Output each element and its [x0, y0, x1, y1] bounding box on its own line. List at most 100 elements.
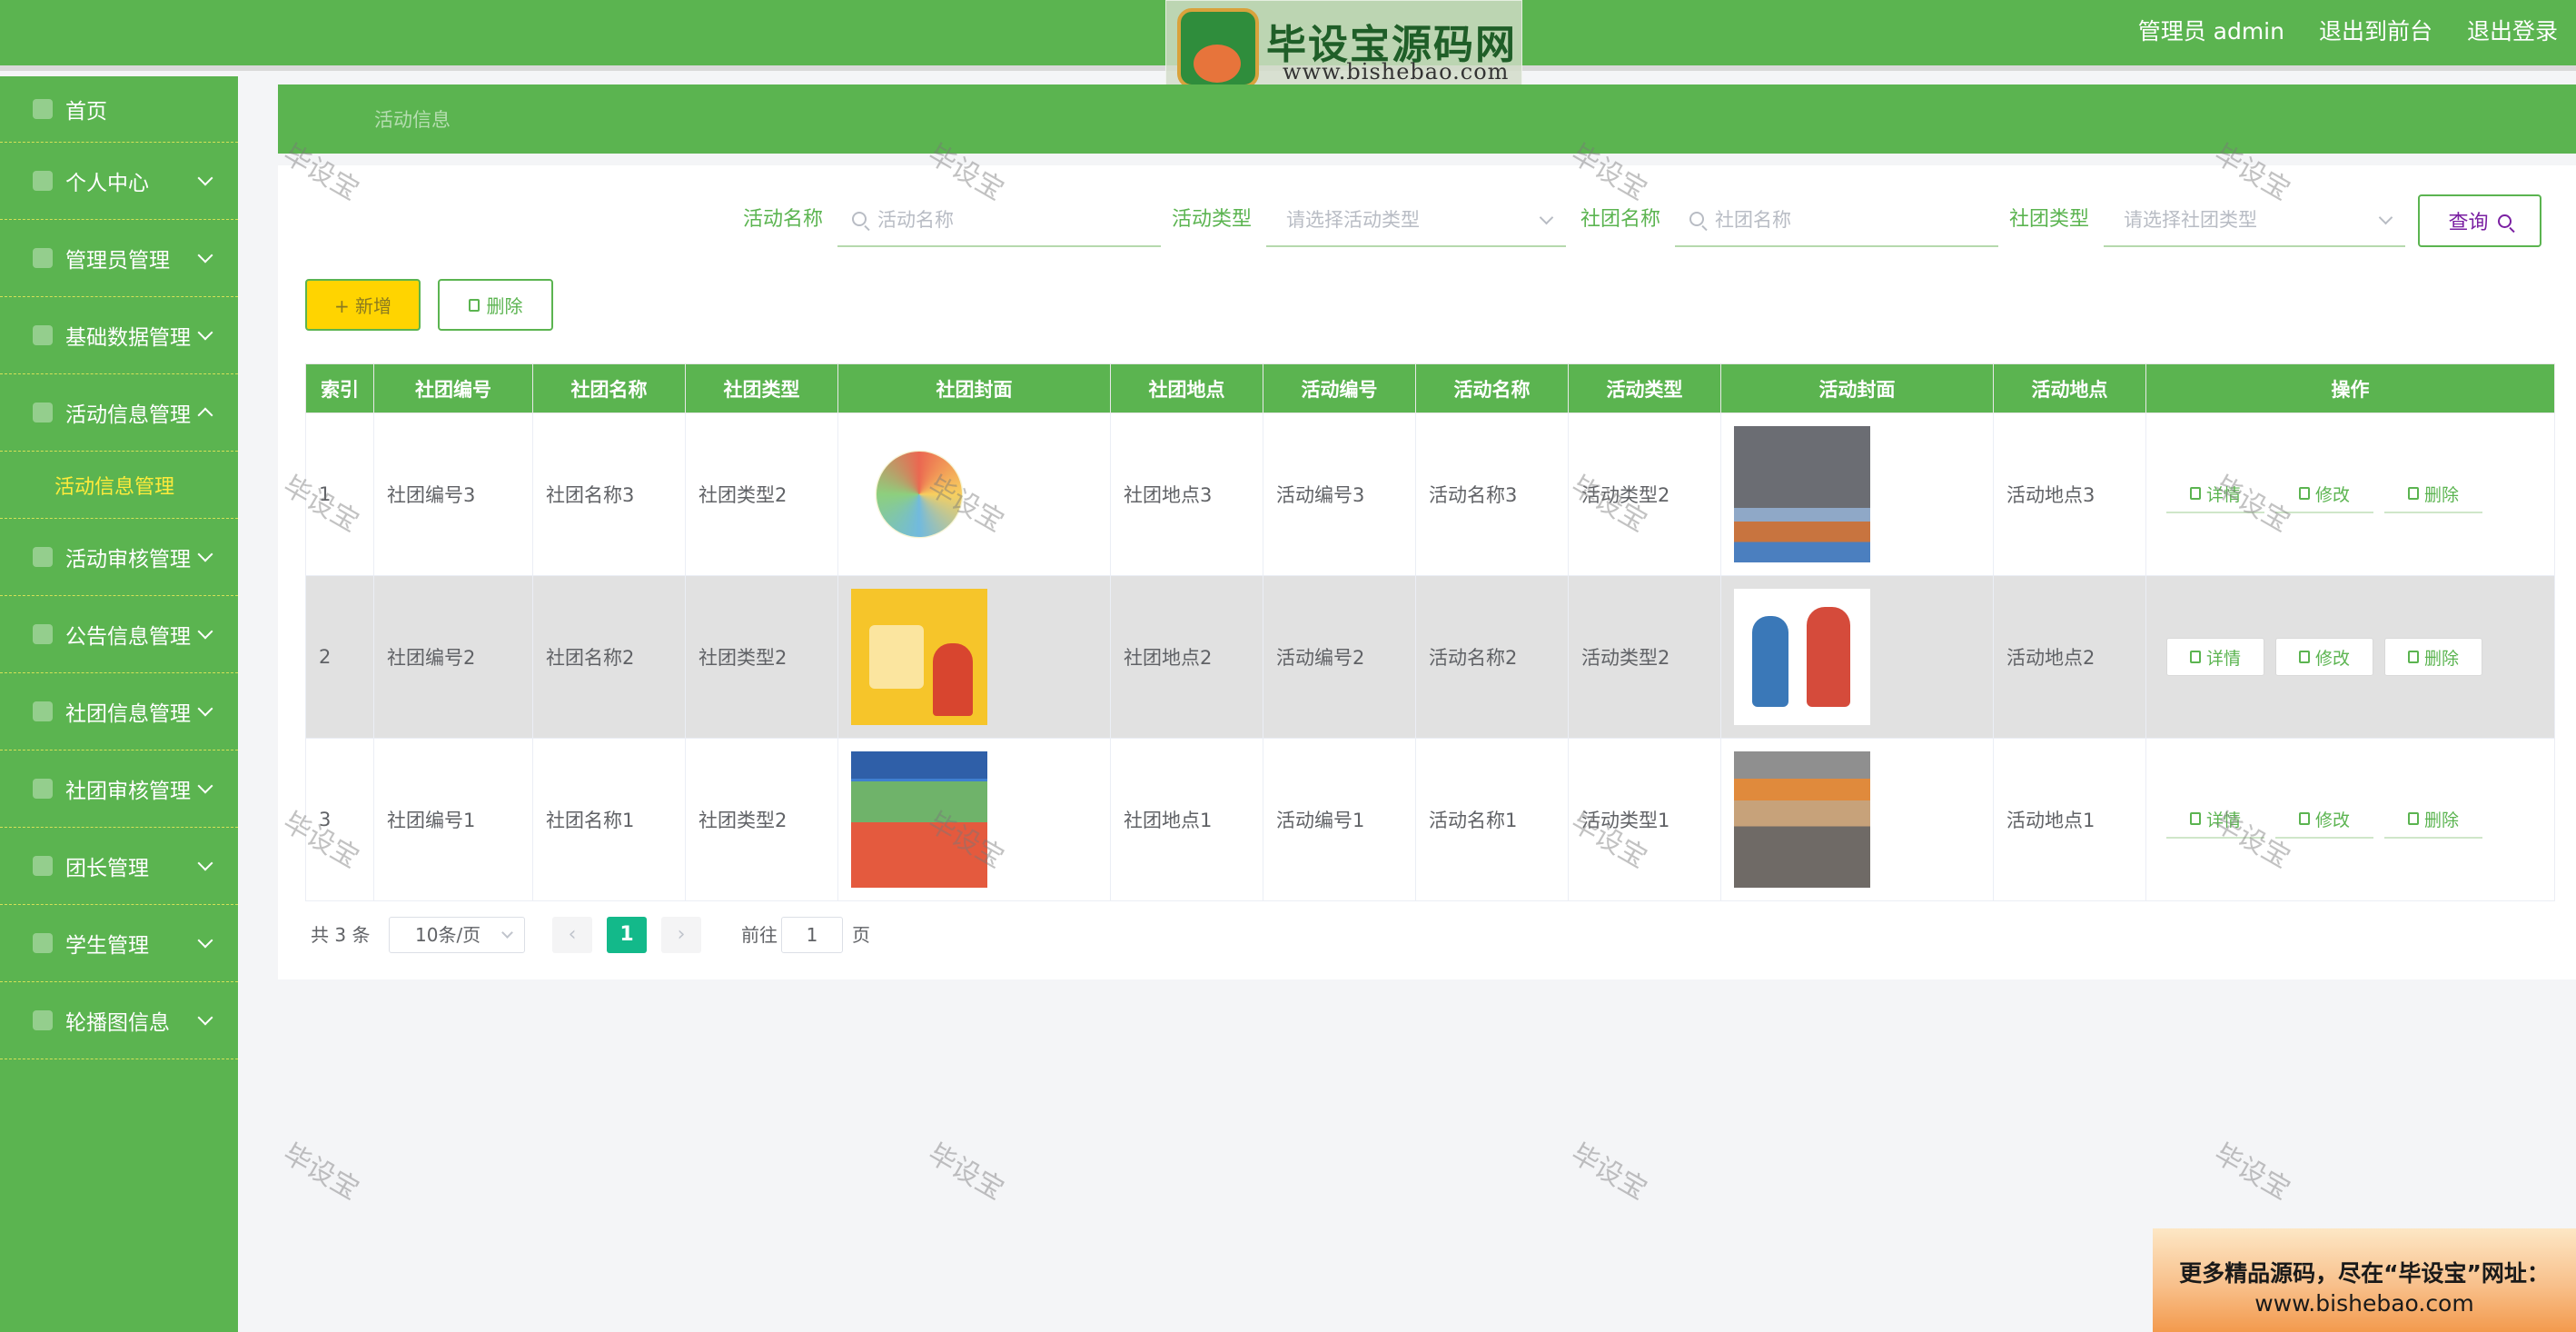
document-icon — [2189, 487, 2201, 500]
sidebar-item-admin-management[interactable]: 管理员管理 — [0, 220, 238, 297]
cell-club-name: 社团名称2 — [532, 575, 686, 739]
row-actions: 详情 修改 删除 — [2159, 475, 2554, 513]
cell-actions: 详情 修改 删除 — [2145, 575, 2555, 739]
chevron-down-icon — [197, 701, 213, 717]
edit-label: 修改 — [2314, 810, 2350, 830]
sidebar-item-label: 管理员管理 — [65, 249, 170, 273]
sidebar-item-activity-audit[interactable]: 活动审核管理 — [0, 519, 238, 596]
pagination-total: 共 3 条 — [311, 924, 371, 946]
row-actions: 详情 修改 删除 — [2159, 800, 2554, 839]
table-row: 1 社团编号3 社团名称3 社团类型2 社团地点3 活动编号3 活动名称3 活动… — [305, 413, 2555, 576]
sidebar-item-label: 轮播图信息 — [65, 1011, 170, 1035]
activity-table: 索引 社团编号 社团名称 社团类型 社团封面 社团地点 活动编号 活动名称 活动… — [305, 363, 2555, 901]
table-row: 2 社团编号2 社团名称2 社团类型2 社团地点2 活动编号2 活动名称2 活动… — [305, 575, 2555, 739]
chevron-down-icon — [197, 170, 213, 186]
batch-delete-label: 删除 — [486, 295, 523, 317]
submenu-item-activity-info[interactable]: 活动信息管理 — [0, 452, 238, 519]
activity-cover-image — [1734, 426, 1870, 562]
table-header-row: 索引 社团编号 社团名称 社团类型 社团封面 社团地点 活动编号 活动名称 活动… — [305, 363, 2555, 413]
leader-icon — [33, 856, 53, 876]
query-button[interactable]: 查询 — [2418, 194, 2541, 247]
search-icon — [852, 212, 867, 226]
sidebar-item-club-audit[interactable]: 社团审核管理 — [0, 750, 238, 828]
edit-button[interactable]: 修改 — [2275, 638, 2373, 676]
activity-cover-image — [1734, 751, 1870, 888]
cell-club-name: 社团名称1 — [532, 738, 686, 901]
exit-to-front-link[interactable]: 退出到前台 — [2319, 14, 2432, 46]
sidebar-item-leader[interactable]: 团长管理 — [0, 828, 238, 905]
audit-icon — [33, 547, 53, 567]
club-cover-image — [851, 426, 987, 562]
document-icon — [2189, 812, 2201, 825]
sidebar-item-personal-center[interactable]: 个人中心 — [0, 143, 238, 220]
sidebar-item-club-info[interactable]: 社团信息管理 — [0, 673, 238, 750]
cell-club-name: 社团名称3 — [532, 413, 686, 576]
user-icon — [33, 171, 53, 191]
sidebar-item-activity-info[interactable]: 活动信息管理 — [0, 374, 238, 452]
column-header: 活动地点 — [1993, 363, 2146, 413]
ad-banner[interactable]: 更多精品源码，尽在“毕设宝”网址： www.bishebao.com — [2153, 1228, 2576, 1332]
cell-index: 3 — [305, 738, 374, 901]
cell-act-type: 活动类型2 — [1568, 413, 1721, 576]
delete-button[interactable]: 删除 — [2384, 475, 2482, 513]
cell-actions: 详情 修改 删除 — [2145, 413, 2555, 576]
cell-act-type: 活动类型1 — [1568, 738, 1721, 901]
delete-button[interactable]: 删除 — [2384, 800, 2482, 839]
edit-label: 修改 — [2314, 648, 2350, 669]
activity-icon — [33, 403, 53, 422]
sidebar-item-home[interactable]: 首页 — [0, 76, 238, 143]
sidebar-item-student[interactable]: 学生管理 — [0, 905, 238, 982]
sidebar-item-carousel[interactable]: 轮播图信息 — [0, 982, 238, 1059]
column-header: 活动类型 — [1568, 363, 1721, 413]
breadcrumb-label: 活动信息 — [374, 109, 451, 131]
detail-button[interactable]: 详情 — [2166, 475, 2264, 513]
sidebar-item-label: 个人中心 — [65, 172, 149, 195]
detail-button[interactable]: 详情 — [2166, 638, 2264, 676]
home-icon — [33, 99, 53, 119]
detail-button[interactable]: 详情 — [2166, 800, 2264, 839]
user-area: 管理员 admin 退出到前台 退出登录 — [2138, 0, 2558, 60]
activity-name-input[interactable]: 活动名称 — [837, 193, 1161, 247]
cell-club-place: 社团地点3 — [1110, 413, 1263, 576]
sidebar-item-label: 首页 — [65, 100, 107, 124]
page-size-select[interactable]: 10条/页 — [389, 917, 525, 953]
column-header: 社团地点 — [1110, 363, 1263, 413]
page-number-button[interactable]: 1 — [607, 917, 647, 953]
cell-act-name: 活动名称1 — [1415, 738, 1569, 901]
cell-act-cover — [1720, 575, 1994, 739]
club-icon — [33, 701, 53, 721]
edit-button[interactable]: 修改 — [2275, 475, 2373, 513]
next-page-button[interactable]: › — [661, 917, 701, 953]
trash-icon — [2407, 812, 2419, 825]
club-type-select[interactable]: 请选择社团类型 — [2104, 193, 2405, 247]
add-button[interactable]: + 新增 — [305, 279, 421, 331]
edit-button[interactable]: 修改 — [2275, 800, 2373, 839]
cell-act-cover — [1720, 413, 1994, 576]
sidebar: 首页 个人中心 管理员管理 基础数据管理 活动信息管理 活动信息管理 活动审核管… — [0, 76, 238, 1332]
sidebar-item-base-data[interactable]: 基础数据管理 — [0, 297, 238, 374]
column-header: 操作 — [2145, 363, 2555, 413]
sidebar-item-notice-info[interactable]: 公告信息管理 — [0, 596, 238, 673]
batch-delete-button[interactable]: 删除 — [438, 279, 553, 331]
delete-label: 删除 — [2423, 648, 2459, 669]
goto-suffix: 页 — [852, 924, 870, 946]
club-cover-image — [851, 589, 987, 725]
goto-page-input[interactable]: 1 — [781, 917, 843, 953]
chevron-down-icon — [197, 623, 213, 640]
query-button-label: 查询 — [2448, 212, 2489, 234]
logout-link[interactable]: 退出登录 — [2467, 14, 2558, 46]
column-header: 活动编号 — [1263, 363, 1416, 413]
activity-type-select[interactable]: 请选择活动类型 — [1266, 193, 1566, 247]
delete-label: 删除 — [2423, 810, 2459, 830]
club-name-input[interactable]: 社团名称 — [1675, 193, 1998, 247]
sidebar-item-label: 公告信息管理 — [65, 625, 191, 649]
cell-club-type: 社团类型2 — [685, 738, 838, 901]
watermark-text: 毕设宝 — [2208, 1138, 2295, 1207]
document-icon — [2189, 651, 2201, 663]
prev-page-button[interactable]: ‹ — [552, 917, 592, 953]
column-header: 社团编号 — [373, 363, 533, 413]
delete-button[interactable]: 删除 — [2384, 638, 2482, 676]
chevron-down-icon — [197, 778, 213, 794]
sidebar-item-label: 学生管理 — [65, 934, 149, 958]
sidebar-item-label: 活动信息管理 — [65, 403, 191, 427]
